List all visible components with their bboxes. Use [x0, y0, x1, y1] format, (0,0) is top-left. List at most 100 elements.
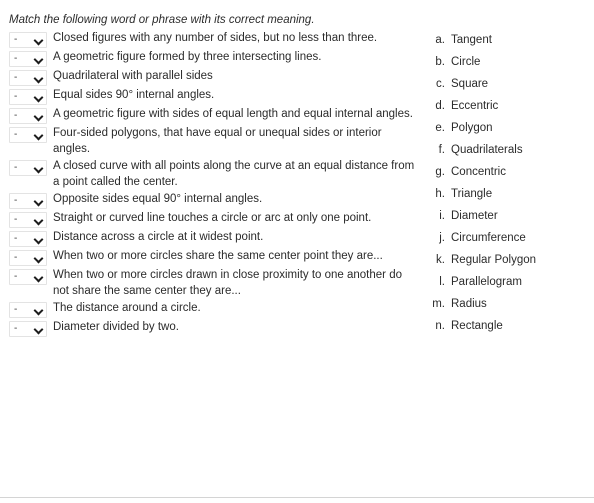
answer-select-value: -: [14, 34, 18, 45]
answer-option-letter: l.: [439, 276, 445, 288]
answer-select-value: -: [14, 72, 18, 83]
answer-option: a. Tangent: [430, 33, 590, 55]
chevron-down-icon: [34, 273, 43, 282]
question-text: A closed curve with all points along the…: [53, 160, 415, 188]
answer-select-1[interactable]: -: [9, 32, 47, 48]
question-row: - Equal sides 90° internal angles.: [0, 88, 420, 105]
chevron-down-icon: [34, 325, 43, 334]
answer-option-label: Triangle: [451, 188, 493, 200]
answer-option: f. Quadrilaterals: [430, 143, 590, 165]
question-row: - Four-sided polygons, that have equal or…: [0, 126, 420, 157]
question-row: - Closed figures with any number of sides…: [0, 31, 420, 48]
answer-select-value: -: [14, 91, 18, 102]
question-row: - When two or more circles share the same…: [0, 249, 420, 266]
answer-select-value: -: [14, 252, 18, 263]
answer-select-10[interactable]: -: [9, 231, 47, 247]
question-text: A geometric figure formed by three inter…: [53, 51, 322, 63]
answer-option-label: Eccentric: [451, 100, 499, 112]
question-row: - Diameter divided by two.: [0, 320, 420, 337]
answer-option-letter: k.: [436, 254, 445, 266]
answer-option-label: Radius: [451, 298, 487, 310]
answer-option: l. Parallelogram: [430, 275, 590, 297]
quiz-instructions: Match the following word or phrase with …: [9, 14, 315, 26]
answer-option-label: Polygon: [451, 122, 493, 134]
question-text: When two or more circles share the same …: [53, 250, 383, 262]
answer-option-label: Tangent: [451, 34, 492, 46]
answer-select-value: -: [14, 271, 18, 282]
answer-option-letter: h.: [435, 188, 445, 200]
answer-option-label: Quadrilaterals: [451, 144, 523, 156]
answer-select-value: -: [14, 129, 18, 140]
answer-select-value: -: [14, 162, 18, 173]
answer-option: e. Polygon: [430, 121, 590, 143]
answer-select-11[interactable]: -: [9, 250, 47, 266]
answer-option-letter: f.: [438, 144, 445, 156]
chevron-down-icon: [34, 254, 43, 263]
answer-option-letter: g.: [435, 166, 445, 178]
chevron-down-icon: [34, 55, 43, 64]
answer-select-5[interactable]: -: [9, 108, 47, 124]
answer-select-value: -: [14, 214, 18, 225]
answer-option-letter: e.: [435, 122, 445, 134]
question-text: Equal sides 90° internal angles.: [53, 89, 215, 101]
answer-select-7[interactable]: -: [9, 160, 47, 176]
question-row: - Opposite sides equal 90° internal angle…: [0, 192, 420, 209]
answer-option-letter: n.: [435, 320, 445, 332]
question-row: - The distance around a circle.: [0, 301, 420, 318]
question-text: Diameter divided by two.: [53, 321, 179, 333]
answer-select-value: -: [14, 195, 18, 206]
question-text: Opposite sides equal 90° internal angles…: [53, 193, 263, 205]
answer-option: m. Radius: [430, 297, 590, 319]
question-row: - When two or more circles drawn in close…: [0, 268, 420, 299]
answer-select-8[interactable]: -: [9, 193, 47, 209]
answer-select-value: -: [14, 233, 18, 244]
question-text: Quadrilateral with parallel sides: [53, 70, 213, 82]
answer-select-13[interactable]: -: [9, 302, 47, 318]
chevron-down-icon: [34, 306, 43, 315]
answer-option-letter: b.: [435, 56, 445, 68]
answer-select-3[interactable]: -: [9, 70, 47, 86]
chevron-down-icon: [34, 74, 43, 83]
question-text: The distance around a circle.: [53, 302, 201, 314]
answer-option-label: Circle: [451, 56, 481, 68]
answer-option-letter: a.: [435, 34, 445, 46]
answer-option-label: Square: [451, 78, 489, 90]
answer-option: g. Concentric: [430, 165, 590, 187]
answer-select-9[interactable]: -: [9, 212, 47, 228]
answer-option: k. Regular Polygon: [430, 253, 590, 275]
question-row: - A geometric figure with sides of equal …: [0, 107, 420, 124]
answer-option-label: Regular Polygon: [451, 254, 537, 266]
answer-option: d. Eccentric: [430, 99, 590, 121]
answer-select-2[interactable]: -: [9, 51, 47, 67]
answer-option: b. Circle: [430, 55, 590, 77]
answer-select-value: -: [14, 304, 18, 315]
answer-select-4[interactable]: -: [9, 89, 47, 105]
answer-select-12[interactable]: -: [9, 269, 47, 285]
question-text: When two or more circles drawn in close …: [53, 269, 402, 297]
answer-select-value: -: [14, 323, 18, 334]
question-row: - Straight or curved line touches a circl…: [0, 211, 420, 228]
question-text: Straight or curved line touches a circle…: [53, 212, 372, 224]
answer-select-6[interactable]: -: [9, 127, 47, 143]
chevron-down-icon: [34, 216, 43, 225]
answer-option: h. Triangle: [430, 187, 590, 209]
bottom-divider: [0, 497, 594, 498]
chevron-down-icon: [34, 112, 43, 121]
chevron-down-icon: [34, 131, 43, 140]
question-text: Distance across a circle at it widest po…: [53, 231, 264, 243]
question-row: - Quadrilateral with parallel sides: [0, 69, 420, 86]
answer-option: n. Rectangle: [430, 319, 590, 341]
chevron-down-icon: [34, 164, 43, 173]
answer-option-label: Concentric: [451, 166, 506, 178]
answer-option-letter: j.: [439, 232, 445, 244]
chevron-down-icon: [34, 235, 43, 244]
matching-quiz: Match the following word or phrase with …: [0, 0, 594, 503]
answer-option-letter: i.: [439, 210, 445, 222]
answer-option-label: Circumference: [451, 232, 526, 244]
answer-option-letter: m.: [432, 298, 445, 310]
question-row: - A geometric figure formed by three inte…: [0, 50, 420, 67]
answer-select-14[interactable]: -: [9, 321, 47, 337]
chevron-down-icon: [34, 93, 43, 102]
question-row: - A closed curve with all points along th…: [0, 159, 420, 190]
answer-option: c. Square: [430, 77, 590, 99]
